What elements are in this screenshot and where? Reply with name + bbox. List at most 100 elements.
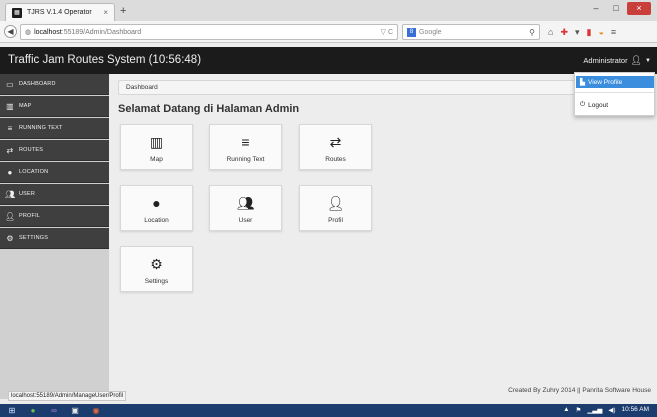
sidebar-item-map[interactable]: ▥ MAP (0, 96, 109, 117)
tile-settings[interactable]: ⚙ Settings (120, 246, 193, 292)
home-icon[interactable]: ⌂ (548, 26, 553, 38)
sidebar-item-label: ROUTES (19, 147, 44, 153)
sidebar-item-running-text[interactable]: ≡ RUNNING TEXT (0, 118, 109, 139)
app-brand[interactable]: Traffic Jam Routes System (10:56:48) (8, 54, 201, 66)
search-icon[interactable]: ⚲ (529, 28, 535, 37)
dropdown-divider (575, 92, 654, 93)
power-icon: ⏻ (580, 101, 586, 108)
app-navbar: Traffic Jam Routes System (10:56:48) Adm… (0, 47, 657, 74)
tile-label: Settings (144, 278, 169, 285)
sidebar-item-label: SETTINGS (19, 235, 49, 241)
addon-dropdown-icon[interactable]: ▾ (575, 26, 580, 38)
taskbar-icons: ⊞ ● ∞ ▣ ◉ (4, 405, 104, 416)
user-icon: 👤︎ (326, 195, 345, 211)
tile-routes[interactable]: ⇄ Routes (299, 124, 372, 170)
sidebar-item-label: RUNNING TEXT (19, 125, 63, 131)
browser-toolbar: ◀ ◍ localhost:55189/Admin/Dashboard ▽ C … (0, 21, 657, 43)
maximize-button[interactable]: □ (607, 2, 625, 15)
sidebar-item-routes[interactable]: ⇄ ROUTES (0, 140, 109, 161)
sidebar-item-label: USER (19, 191, 36, 197)
footer-credit: Created By Zuhry 2014 || Panrita Softwar… (508, 387, 651, 394)
sidebar-item-label: LOCATION (19, 169, 49, 175)
shuffle-icon: ⇄ (329, 134, 342, 150)
volume-icon[interactable]: ◀) (608, 406, 615, 414)
close-window-button[interactable]: × (627, 2, 651, 15)
page-title: Selamat Datang di Halaman Admin (118, 103, 300, 115)
tile-map[interactable]: ▥ Map (120, 124, 193, 170)
addon-icon[interactable]: ✚ (560, 26, 568, 38)
google-icon: 8 (407, 27, 416, 37)
browser-icon[interactable]: ● (25, 405, 41, 416)
search-bar[interactable]: 8 Google ⚲ (402, 24, 540, 40)
monitor-icon: ▭ (6, 79, 14, 89)
flag-icon[interactable]: ⚑ (576, 406, 582, 414)
view-profile-menu-item[interactable]: ▙ View Profile (576, 76, 654, 88)
user-menu-toggle[interactable]: Administrator 👤︎ ▼ (583, 55, 651, 66)
users-icon: 👥︎ (236, 195, 255, 211)
map-marker-icon: ● (7, 167, 13, 177)
sidebar-item-dashboard[interactable]: ▭ DASHBOARD (0, 74, 109, 95)
sidebar-item-settings[interactable]: ⚙ SETTINGS (0, 228, 109, 249)
reload-icon[interactable]: ▽ C (381, 28, 393, 36)
pocket-icon[interactable]: ▮ (587, 26, 592, 38)
user-name: Administrator (583, 56, 628, 65)
tile-label: Location (144, 217, 169, 224)
start-icon[interactable]: ⊞ (4, 405, 20, 416)
breadcrumb: Dashboard (118, 80, 652, 95)
gear-icon: ⚙ (6, 233, 14, 243)
sidebar-item-location[interactable]: ● LOCATION (0, 162, 109, 183)
tile-label: Profil (328, 217, 343, 224)
map-icon: ▥ (6, 101, 14, 111)
taskbar: ⊞ ● ∞ ▣ ◉ ▲ ⚑ ▁▃▅ ◀) 10:56 AM (0, 404, 657, 417)
tab-close-icon[interactable]: × (103, 8, 108, 17)
profile-icon: ▙ (580, 79, 585, 86)
breadcrumb-item[interactable]: Dashboard (126, 84, 158, 91)
system-tray: ▲ ⚑ ▁▃▅ ◀) 10:56 AM (563, 406, 649, 414)
user-dropdown-menu: ▙ View Profile ⏻ Logout (574, 72, 655, 116)
tile-user[interactable]: 👥︎ User (209, 185, 282, 231)
browser-tab[interactable]: ▦ TJRS V.1.4 Operator × (5, 3, 115, 21)
back-button[interactable]: ◀ (4, 25, 17, 38)
firefox-icon[interactable]: ◉ (88, 405, 104, 416)
tile-location[interactable]: ● Location (120, 185, 193, 231)
sidebar-item-user[interactable]: 👥︎ USER (0, 184, 109, 205)
explorer-icon[interactable]: ▣ (67, 405, 83, 416)
tab-title: TJRS V.1.4 Operator (27, 9, 92, 16)
tile-running-text[interactable]: ≡ Running Text (209, 124, 282, 170)
list-icon: ≡ (7, 123, 13, 133)
window-controls: – □ × (587, 2, 651, 15)
map-marker-icon: ● (152, 195, 161, 211)
extension-icon[interactable]: ◒ (598, 26, 603, 38)
tile-profil[interactable]: 👤︎ Profil (299, 185, 372, 231)
search-engine-label: Google (419, 28, 442, 36)
new-tab-button[interactable]: + (120, 5, 126, 17)
visual-studio-icon[interactable]: ∞ (46, 405, 62, 416)
status-url: localhost:55189/Admin/ManageUser/Profil (8, 391, 127, 401)
favicon-icon: ▦ (12, 7, 22, 18)
map-icon: ▥ (149, 134, 164, 150)
site-info-icon[interactable]: ◍ (25, 28, 31, 36)
logout-menu-item[interactable]: ⏻ Logout (576, 99, 654, 111)
tile-label: User (238, 217, 253, 224)
user-icon: 👤︎ (5, 211, 16, 221)
view-profile-label: View Profile (588, 78, 623, 86)
sidebar-item-label: MAP (19, 103, 32, 109)
tile-label: Routes (325, 156, 346, 163)
users-icon: 👥︎ (5, 189, 16, 199)
minimize-button[interactable]: – (587, 2, 605, 15)
list-icon: ≡ (241, 134, 250, 150)
gear-icon: ⚙ (150, 256, 163, 272)
tile-label: Map (150, 156, 163, 163)
clock[interactable]: 10:56 AM (622, 406, 649, 414)
browser-tab-strip: ▦ TJRS V.1.4 Operator × + – □ × (0, 0, 657, 21)
sidebar-item-label: PROFIL (19, 213, 41, 219)
network-icon[interactable]: ▁▃▅ (587, 406, 602, 414)
sidebar-item-label: DASHBOARD (19, 81, 56, 87)
menu-icon[interactable]: ≡ (611, 26, 616, 38)
tray-arrow-icon[interactable]: ▲ (563, 406, 569, 414)
logout-label: Logout (588, 101, 609, 109)
address-bar[interactable]: ◍ localhost:55189/Admin/Dashboard ▽ C (20, 24, 398, 40)
sidebar-item-profil[interactable]: 👤︎ PROFIL (0, 206, 109, 227)
sidebar: ▭ DASHBOARD ▥ MAP ≡ RUNNING TEXT ⇄ ROUTE… (0, 74, 109, 399)
chevron-down-icon: ▼ (645, 57, 651, 64)
